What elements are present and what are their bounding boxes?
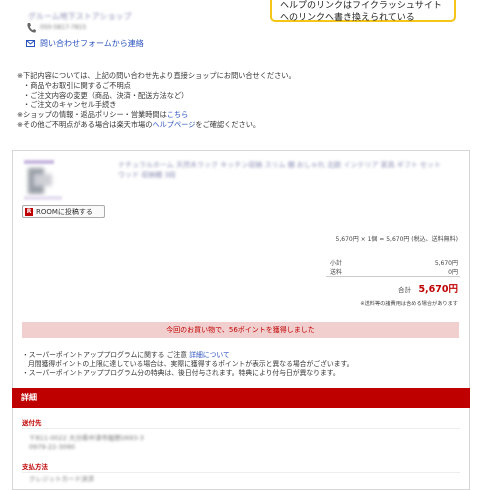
payment-method-title: 支払方法	[22, 463, 48, 471]
payment-method-value: クレジットカード決済	[29, 475, 94, 483]
shop-info-link[interactable]: こちら	[167, 110, 189, 119]
notes-line: ・ご注文のキャンセル手続き	[23, 100, 117, 110]
callout-line-1: ヘルプのリンクはフイクラッシュサイト	[280, 1, 442, 11]
subtotal-label: 小計	[330, 260, 343, 267]
super-notes-line: ・スーパーポイントアッププログラム分の特典は、後日付与されます。特典により付与日…	[22, 369, 340, 377]
totals-divider	[326, 276, 460, 277]
total-label: 合計	[398, 286, 411, 294]
notes-line: ※その他ご不明点がある場合は楽天市場のヘルプページをご確認ください。	[17, 120, 296, 130]
notes-text: をご確認ください。	[195, 119, 261, 129]
help-page-link[interactable]: ヘルプページ	[152, 120, 195, 129]
total-value: 5,670円	[418, 284, 458, 295]
product-thumbnail[interactable]	[22, 158, 66, 202]
callout-line-2: へのリンクへ書き換えられている	[280, 13, 415, 23]
tax-note: ※送料等の諸費用は含める場合があります	[360, 301, 458, 307]
phone-icon	[27, 23, 36, 33]
shop-name[interactable]: グルーム地下ストアショップ	[28, 11, 131, 22]
notes-text: ※ショップの情報・返品ポリシー・営業時間は	[17, 110, 167, 120]
mail-icon	[26, 40, 35, 47]
super-point-details-link[interactable]: 詳細について	[189, 351, 230, 359]
room-button-label: ROOMに投稿する	[36, 207, 93, 216]
section-divider	[22, 428, 460, 429]
notes-line: ※ショップの情報・返品ポリシー・営業時間はこちら	[17, 110, 296, 120]
contact-form-link[interactable]: 問い合わせフォームから連絡	[40, 38, 144, 49]
notes-line: ・ご注文内容の変更（商品、決済・配送方法など）	[23, 90, 189, 100]
points-earned-banner: 今回のお買い物で、56ポイントを獲得しました	[22, 322, 459, 338]
notes-line: ・商品やお取引に関するご不明点	[23, 80, 131, 90]
shipping-address-title: 送付先	[22, 419, 42, 427]
shipping-value: 0円	[448, 269, 458, 276]
product-name-link[interactable]: ナチュラルホーム 天然木ラック キッチン収納 スリム 棚 おしゃれ 北欧 インテ…	[118, 160, 463, 180]
notes-text: ※その他ご不明点がある場合は楽天市場の	[17, 119, 153, 129]
inquiry-notes: ※下記内容については、上記の問い合わせ先より直接ショップにお問い合せください。 …	[17, 71, 296, 130]
product-name-line: ナチュラルホーム 天然木ラック キッチン収納 スリム 棚 おしゃれ 北欧 インテ…	[118, 161, 442, 169]
subtotal-value: 5,670円	[434, 260, 458, 267]
address-phone: 0979-22-3090	[29, 443, 76, 451]
shop-phone-number: 050-5817-7815	[40, 24, 87, 31]
details-section-header: 詳細	[12, 388, 470, 408]
super-point-notes: ・スーパーポイントアッププログラムに関する ご注意 詳細について 月間獲得ポイン…	[22, 351, 353, 378]
unit-price-line: 5,670円 × 1個 = 5,670円 (税込、送料無料)	[335, 236, 458, 243]
super-notes-line: 月間獲得ポイントの上限に達している場合は、実際に獲得するポイントが表示と異なる場…	[28, 360, 354, 368]
room-logo-icon: R	[25, 207, 33, 216]
super-notes-text: ・スーパーポイントアッププログラムに関する ご注意	[22, 351, 188, 359]
address-line: 〒811-0022 大分県中津市植野2693-3	[29, 434, 144, 442]
notes-line: ※下記内容については、上記の問い合わせ先より直接ショップにお問い合せください。	[17, 71, 296, 80]
shipping-label: 送料	[330, 269, 343, 276]
product-name-line: ウッド 収納棚 3段	[118, 171, 176, 179]
annotation-callout: ヘルプのリンクはフイクラッシュサイト へのリンクへ書き換えられている	[270, 0, 456, 23]
super-notes-line: ・スーパーポイントアッププログラムに関する ご注意 詳細について	[22, 351, 353, 360]
room-post-button[interactable]: R ROOMに投稿する	[22, 205, 105, 218]
shipping-address: 〒811-0022 大分県中津市植野2693-3 0979-22-3090	[29, 434, 144, 452]
